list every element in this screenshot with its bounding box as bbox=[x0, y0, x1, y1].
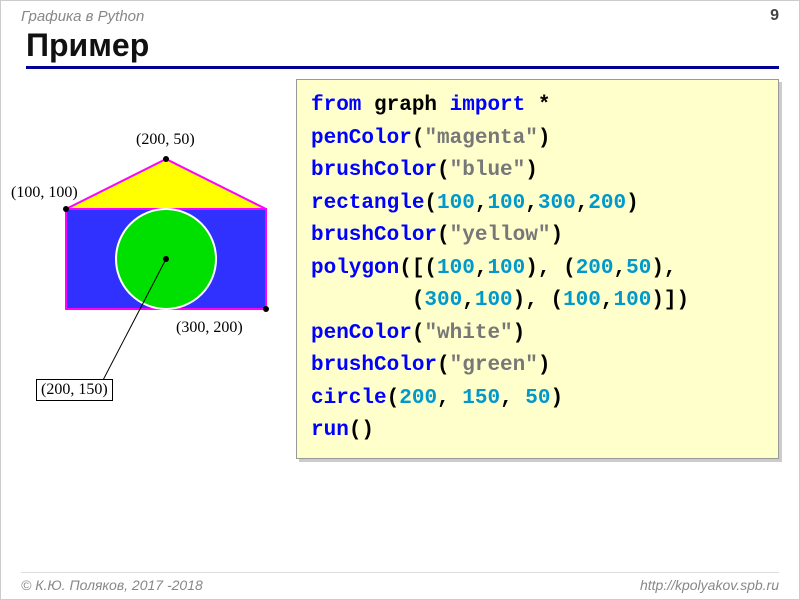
section-title: Графика в Python bbox=[21, 8, 144, 25]
label-bottom-right: (300, 200) bbox=[176, 319, 243, 337]
title-row: Пример bbox=[26, 27, 779, 64]
header: Графика в Python 9 bbox=[1, 1, 799, 25]
code-line-1: from graph import * bbox=[311, 90, 764, 123]
code-line-11: run() bbox=[311, 415, 764, 448]
code-line-10: circle(200, 150, 50) bbox=[311, 383, 764, 416]
point-top bbox=[163, 156, 169, 162]
code-line-5: brushColor("yellow") bbox=[311, 220, 764, 253]
code-line-7: (300,100), (100,100)]) bbox=[311, 285, 764, 318]
footer: © К.Ю. Поляков, 2017 -2018 http://kpolya… bbox=[21, 572, 779, 593]
copyright: © К.Ю. Поляков, 2017 -2018 bbox=[21, 577, 203, 593]
code-line-8: penColor("white") bbox=[311, 318, 764, 351]
code-line-9: brushColor("green") bbox=[311, 350, 764, 383]
diagram-panel: (200, 50) (100, 100) (300, 200) (200, 15… bbox=[26, 79, 286, 459]
code-line-3: brushColor("blue") bbox=[311, 155, 764, 188]
page-number: 9 bbox=[770, 7, 779, 25]
label-top: (200, 50) bbox=[136, 131, 195, 149]
code-line-4: rectangle(100,100,300,200) bbox=[311, 188, 764, 221]
content: (200, 50) (100, 100) (300, 200) (200, 15… bbox=[1, 69, 799, 459]
point-left bbox=[63, 206, 69, 212]
label-center: (200, 150) bbox=[36, 379, 113, 401]
code-block: from graph import * penColor("magenta") … bbox=[296, 79, 779, 459]
code-line-6: polygon([(100,100), (200,50), bbox=[311, 253, 764, 286]
footer-url: http://kpolyakov.spb.ru bbox=[640, 577, 779, 593]
house-diagram: (200, 50) (100, 100) (300, 200) (200, 15… bbox=[26, 119, 286, 419]
slide-title: Пример bbox=[26, 27, 779, 64]
point-center bbox=[163, 256, 169, 262]
code-line-2: penColor("magenta") bbox=[311, 123, 764, 156]
point-bottom-right bbox=[263, 306, 269, 312]
diagram-svg bbox=[26, 119, 286, 419]
label-left: (100, 100) bbox=[11, 184, 78, 202]
slide: Графика в Python 9 Пример bbox=[0, 0, 800, 600]
